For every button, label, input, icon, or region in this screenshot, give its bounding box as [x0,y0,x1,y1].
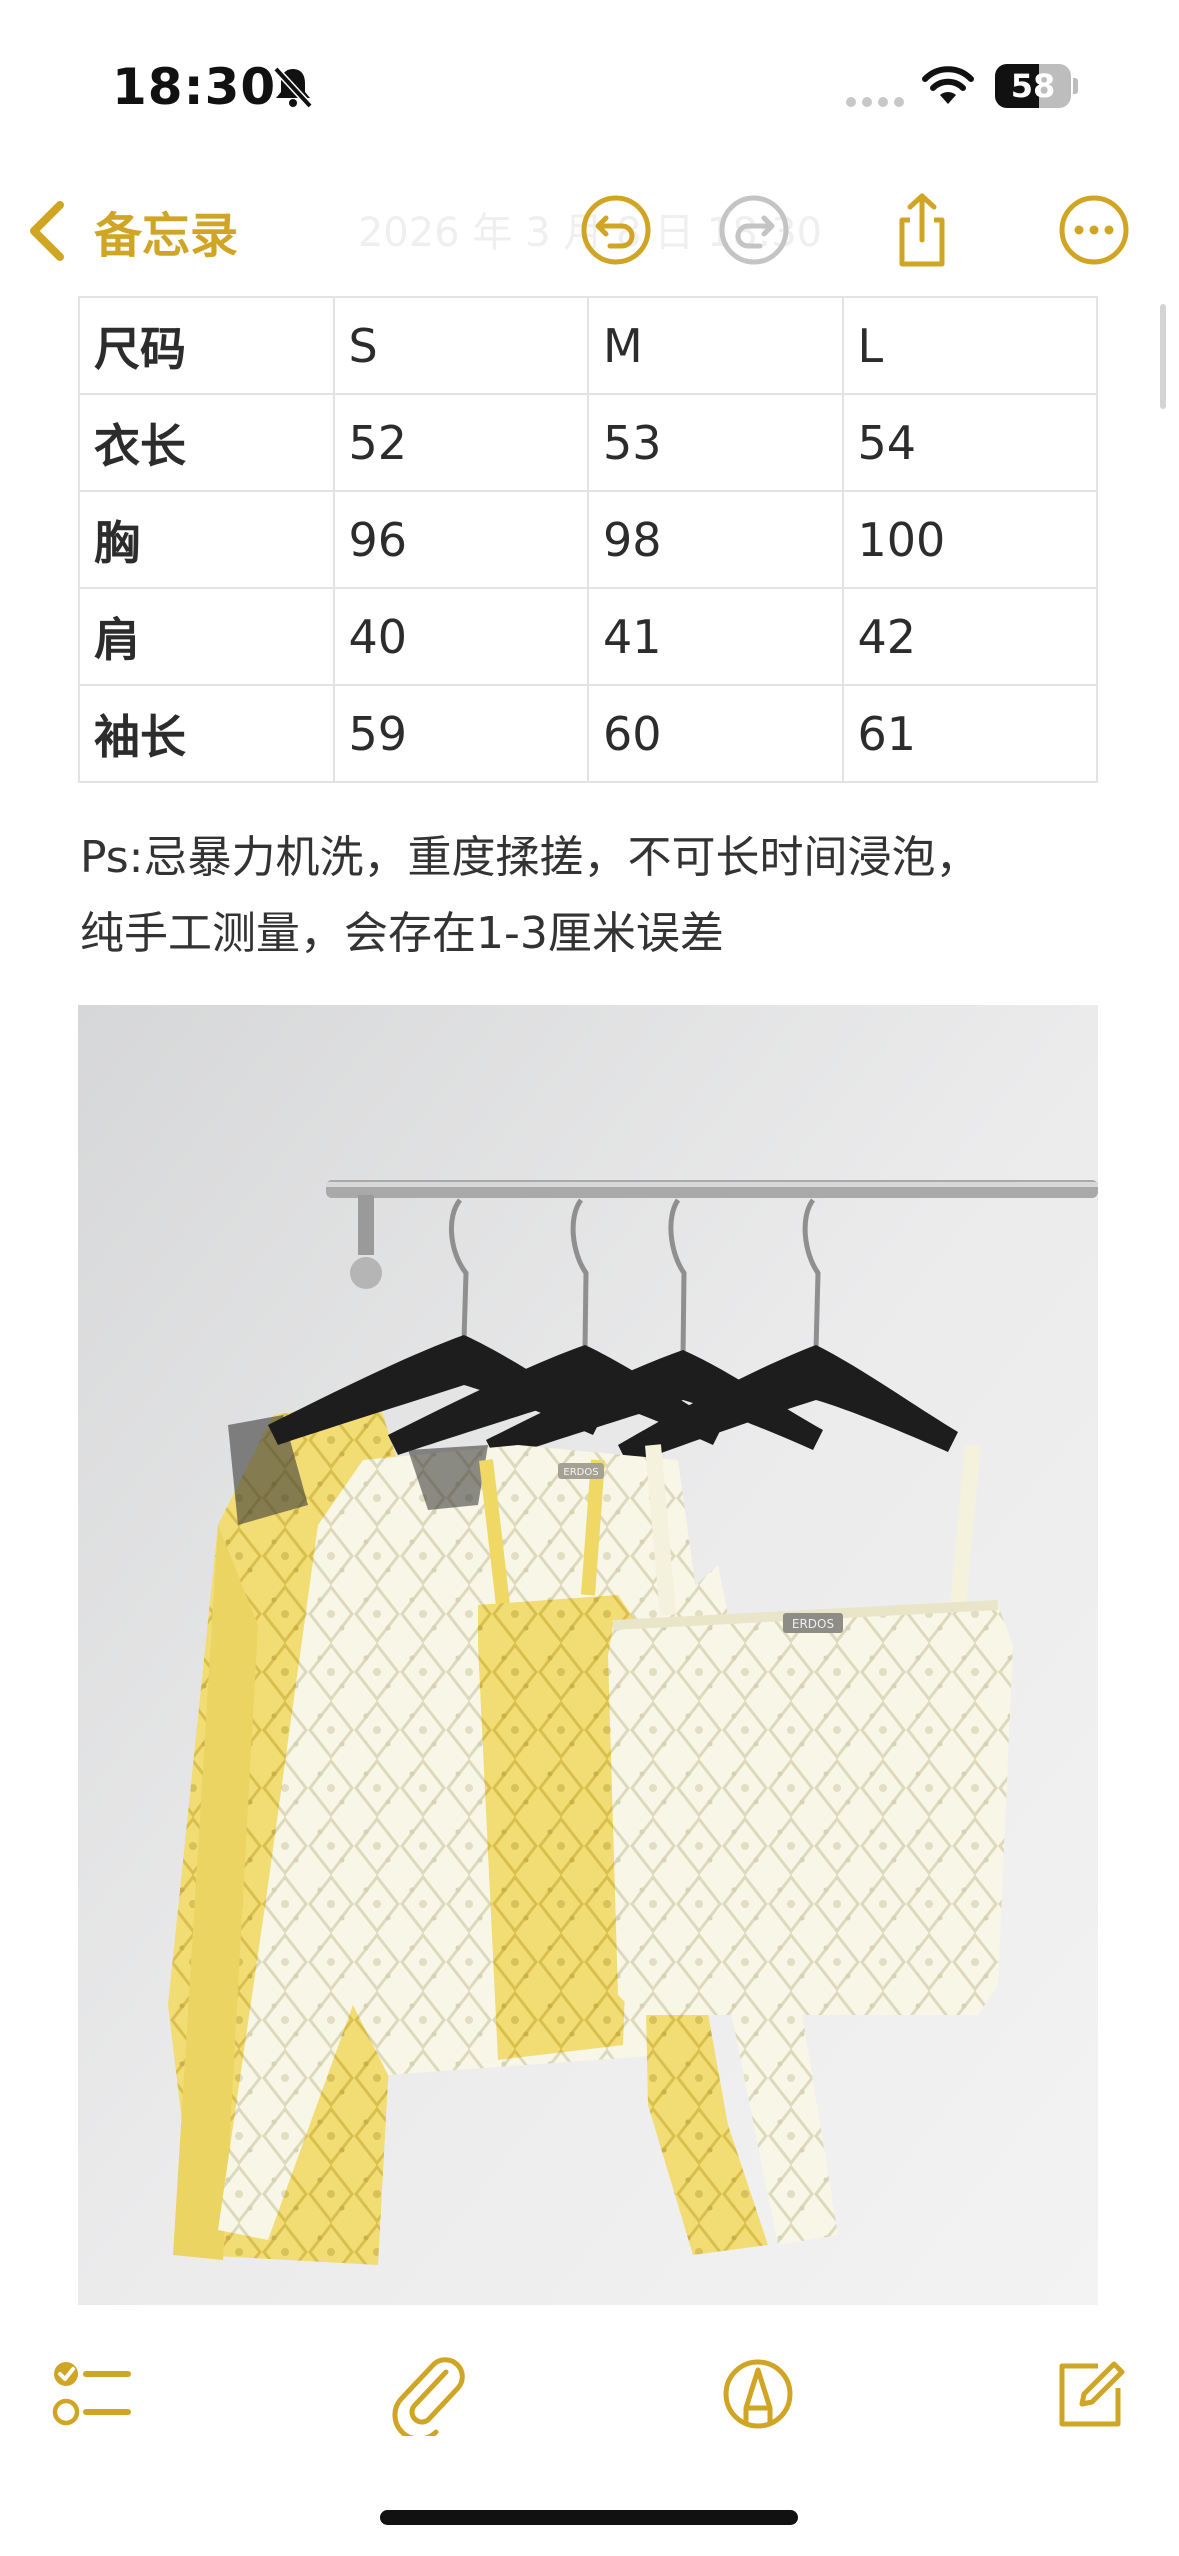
table-cell[interactable]: 54 [841,393,1098,492]
note-line: 纯手工测量，会存在1-3厘米误差 [80,908,724,959]
table-cell[interactable]: 衣长 [78,393,335,492]
checklist-icon[interactable] [50,2352,134,2436]
table-cell[interactable]: 41 [587,587,844,686]
table-cell[interactable]: S [332,296,589,395]
note-body-text[interactable]: Ps:忌暴力机洗，重度揉搓，不可长时间浸泡， 纯手工测量，会存在1-3厘米误差 [80,820,1120,972]
brand-tag-text: ERDOS [792,1617,834,1631]
table-cell[interactable]: 尺码 [78,296,335,395]
size-table: 尺码 S M L 衣长 52 53 54 胸 96 98 100 肩 40 41… [78,296,1098,783]
note-line: Ps:忌暴力机洗，重度揉搓，不可长时间浸泡， [80,832,980,883]
status-time: 18:30 [112,58,277,116]
brand-tag-text: ERDOS [563,1467,598,1478]
status-bar: 18:30 58 [0,0,1179,150]
markup-pen-icon[interactable] [716,2352,800,2436]
table-row: 袖长 59 60 61 [78,684,1098,783]
table-row: 衣长 52 53 54 [78,393,1098,492]
home-indicator[interactable] [380,2510,798,2525]
table-cell[interactable]: L [841,296,1098,395]
table-cell[interactable]: 98 [587,490,844,589]
share-icon[interactable] [880,188,964,272]
table-row: 尺码 S M L [78,296,1098,395]
table-cell[interactable]: M [587,296,844,395]
attached-photo[interactable]: ERDOS ERDOS [78,1005,1098,2305]
compose-icon[interactable] [1046,2352,1130,2436]
table-cell[interactable]: 袖长 [78,684,335,783]
table-cell[interactable]: 96 [332,490,589,589]
cellular-dots-icon [846,97,904,107]
photo-illustration: ERDOS ERDOS [78,1005,1098,2305]
bottom-toolbar [0,2320,1179,2556]
navigation-bar: 备忘录 2026 年 3 月 8 日 18:30 [0,160,1179,300]
table-cell[interactable]: 52 [332,393,589,492]
table-cell[interactable]: 100 [841,490,1098,589]
back-button[interactable]: 备忘录 [24,186,238,276]
table-row: 肩 40 41 42 [78,587,1098,686]
back-label: 备忘录 [94,208,239,264]
table-cell[interactable]: 59 [332,684,589,783]
table-row: 胸 96 98 100 [78,490,1098,589]
table-cell[interactable]: 肩 [78,587,335,686]
redo-icon[interactable] [712,188,796,272]
table-cell[interactable]: 40 [332,587,589,686]
table-cell[interactable]: 53 [587,393,844,492]
battery-body: 58 [995,64,1071,108]
chevron-left-icon [30,201,64,261]
table-cell[interactable]: 60 [587,684,844,783]
table-cell[interactable]: 42 [841,587,1098,686]
battery-tip [1073,78,1078,94]
battery-icon: 58 [995,64,1079,108]
battery-percent: 58 [1010,67,1056,105]
bell-slash-icon [273,66,313,109]
undo-icon[interactable] [574,188,658,272]
paperclip-icon[interactable] [388,2352,472,2436]
table-cell[interactable]: 胸 [78,490,335,589]
table-cell[interactable]: 61 [841,684,1098,783]
scroll-indicator[interactable] [1160,304,1166,409]
ellipsis-icon[interactable] [1052,188,1136,272]
wifi-icon [922,66,974,104]
